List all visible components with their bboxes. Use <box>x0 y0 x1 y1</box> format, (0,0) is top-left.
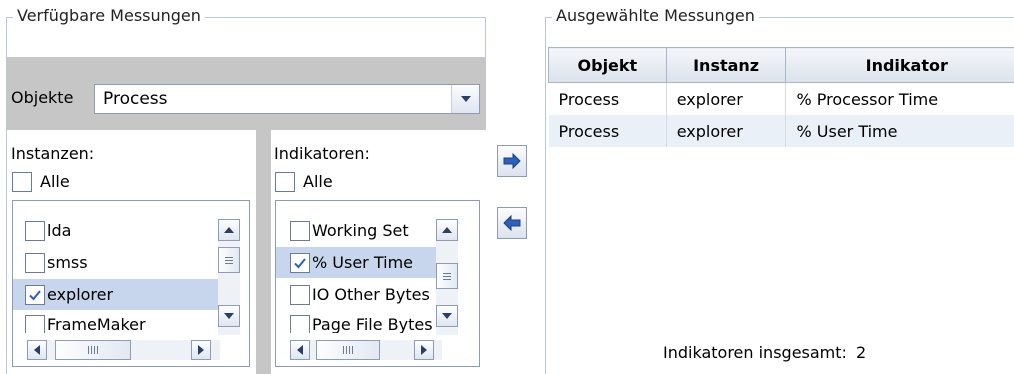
instance-checkbox[interactable] <box>25 220 45 241</box>
instances-hscroll-thumb[interactable] <box>55 340 131 360</box>
indicators-total-label: Indikatoren insgesamt: <box>663 343 847 362</box>
instances-list[interactable]: lda smss explorer FrameMaker <box>12 200 250 367</box>
remove-measurement-button[interactable] <box>497 207 527 239</box>
available-measurements-title: Verfügbare Messungen <box>13 6 205 26</box>
indicators-total: Indikatoren insgesamt: 2 <box>663 343 866 363</box>
instances-all-label: Alle <box>40 172 70 191</box>
instance-checkbox[interactable] <box>25 284 45 305</box>
list-item[interactable]: IO Other Bytes <box>276 279 436 310</box>
chevron-right-icon <box>421 345 427 355</box>
instance-label: lda <box>47 220 72 240</box>
grip-icon <box>443 272 451 280</box>
column-header-instanz[interactable]: Instanz <box>665 47 787 83</box>
instance-label: explorer <box>47 284 114 304</box>
arrow-right-icon <box>503 153 521 169</box>
list-item[interactable]: lda <box>13 215 220 246</box>
indicators-total-value: 2 <box>856 343 867 362</box>
instances-all-checkbox-box[interactable] <box>12 172 32 192</box>
table-header-row: Objekt Instanz Indikator <box>548 47 1014 83</box>
list-item[interactable]: % User Time <box>276 247 436 278</box>
table-cell: % User Time <box>785 115 1014 147</box>
instances-label: Instanzen: <box>11 144 95 163</box>
indicators-list[interactable]: Working Set % User Time IO Other Bytes P… <box>275 200 480 367</box>
checkmark-icon <box>29 289 41 300</box>
grip-icon <box>225 256 233 264</box>
table-row[interactable]: Process explorer % Processor Time <box>548 82 1014 115</box>
grip-icon <box>343 346 353 354</box>
selected-measurements-table-wrap: Objekt Instanz Indikator Process explore… <box>548 47 1014 157</box>
indicators-vscroll-thumb[interactable] <box>436 263 458 289</box>
chevron-down-icon <box>460 96 471 102</box>
table-cell: % Processor Time <box>785 82 1014 115</box>
chevron-down-icon <box>224 313 234 319</box>
indicator-label: Page File Bytes <box>312 315 433 333</box>
list-item[interactable]: Working Set <box>276 215 436 246</box>
add-measurement-button[interactable] <box>497 145 527 177</box>
chevron-down-icon <box>442 313 452 319</box>
indicators-all-checkbox-box[interactable] <box>275 172 295 192</box>
chevron-left-icon <box>297 345 303 355</box>
instance-checkbox[interactable] <box>25 252 45 273</box>
list-item[interactable]: explorer <box>13 279 220 310</box>
instances-all-checkbox[interactable]: Alle <box>12 172 70 192</box>
objects-combobox[interactable]: Process <box>94 84 480 114</box>
table-cell: explorer <box>666 115 787 147</box>
chevron-left-icon <box>34 345 40 355</box>
table-row[interactable]: Process explorer % User Time <box>548 115 1014 147</box>
indicators-all-label: Alle <box>303 172 333 191</box>
instance-label: FrameMaker <box>47 315 146 333</box>
objects-dropdown-button[interactable] <box>451 85 479 113</box>
table-cell: Process <box>548 82 667 115</box>
objects-combobox-value: Process <box>103 89 168 109</box>
selected-measurements-title: Ausgewählte Messungen <box>552 6 759 26</box>
chevron-up-icon <box>442 227 452 233</box>
table-cell: Process <box>548 115 667 147</box>
chevron-right-icon <box>198 345 204 355</box>
grip-icon <box>88 346 98 354</box>
instance-checkbox[interactable] <box>25 315 45 333</box>
indicator-checkbox[interactable] <box>290 315 310 333</box>
selected-measurements-table[interactable]: Objekt Instanz Indikator Process explore… <box>548 47 1014 147</box>
indicator-label: % User Time <box>312 252 413 272</box>
column-header-indikator[interactable]: Indikator <box>785 47 1014 83</box>
indicator-label: IO Other Bytes <box>312 284 430 304</box>
objects-label: Objekte <box>11 88 74 107</box>
instances-scroll-down-button[interactable] <box>218 305 240 327</box>
indicator-checkbox[interactable] <box>290 220 310 241</box>
chevron-up-icon <box>224 227 234 233</box>
indicator-checkbox[interactable] <box>290 252 310 273</box>
checkmark-icon <box>294 257 306 268</box>
instance-label: smss <box>47 252 88 272</box>
indicator-checkbox[interactable] <box>290 284 310 305</box>
list-item[interactable]: smss <box>13 247 220 278</box>
indicators-scroll-down-button[interactable] <box>436 305 458 327</box>
indicators-scroll-left-button[interactable] <box>290 340 310 360</box>
instances-vscroll-thumb[interactable] <box>218 247 240 273</box>
indicators-label: Indikatoren: <box>274 144 370 163</box>
indicators-all-checkbox[interactable]: Alle <box>275 172 333 192</box>
indicators-scroll-right-button[interactable] <box>414 340 434 360</box>
arrow-left-icon <box>503 215 521 231</box>
instances-scroll-right-button[interactable] <box>191 340 211 360</box>
instances-scroll-up-button[interactable] <box>218 219 240 241</box>
instances-scroll-left-button[interactable] <box>27 340 47 360</box>
column-header-objekt[interactable]: Objekt <box>548 47 667 83</box>
indicator-label: Working Set <box>312 220 409 240</box>
list-item[interactable]: FrameMaker <box>13 311 220 333</box>
list-item[interactable]: Page File Bytes <box>276 311 436 333</box>
table-cell: explorer <box>666 82 787 115</box>
indicators-hscroll-thumb[interactable] <box>316 340 380 360</box>
indicators-scroll-up-button[interactable] <box>436 219 458 241</box>
